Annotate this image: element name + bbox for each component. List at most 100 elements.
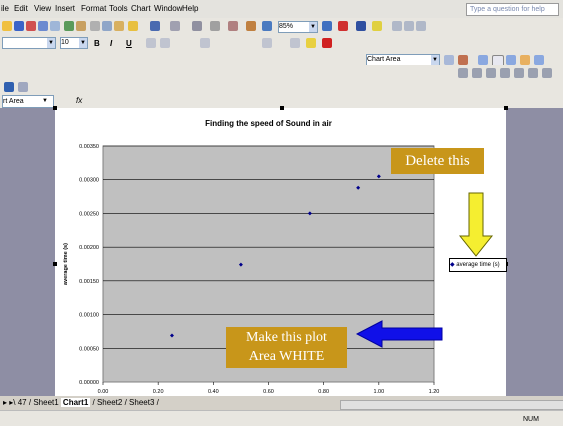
tab-sheet1[interactable]: Sheet1 bbox=[33, 398, 58, 407]
menu-tools[interactable]: Tools bbox=[109, 4, 128, 13]
align-center-icon[interactable] bbox=[404, 21, 414, 31]
y-tick-label: 0.00300 bbox=[79, 178, 99, 184]
toolbar-icon-b[interactable] bbox=[18, 82, 28, 92]
draw-icon-1[interactable] bbox=[458, 68, 468, 78]
angle-text-icon[interactable] bbox=[534, 55, 544, 65]
sort-icon[interactable] bbox=[228, 21, 238, 31]
delete-this-callout: Delete this bbox=[391, 148, 484, 174]
font-color-icon[interactable] bbox=[338, 21, 348, 31]
chevron-down-icon[interactable]: ▼ bbox=[79, 38, 87, 48]
excel-window: ile Edit View Insert Format Tools Chart … bbox=[0, 0, 563, 426]
tab-nav-icon[interactable]: ▸ ▸\ bbox=[3, 398, 15, 407]
chart-handle-ml[interactable] bbox=[53, 262, 57, 266]
y-tick-label: 0.00100 bbox=[79, 313, 99, 319]
print-icon[interactable] bbox=[38, 21, 48, 31]
print-preview-icon[interactable] bbox=[50, 21, 60, 31]
chart-handle-tr[interactable] bbox=[504, 106, 508, 110]
format-painter-icon[interactable] bbox=[128, 21, 138, 31]
blue-left-arrow-icon bbox=[356, 320, 443, 348]
menu-view[interactable]: View bbox=[34, 4, 51, 13]
help-search-input[interactable]: Type a question for help bbox=[466, 3, 559, 16]
draw-icon-6[interactable] bbox=[528, 68, 538, 78]
chart-legend[interactable]: ◆ average time (s) bbox=[449, 258, 507, 272]
horizontal-scrollbar[interactable] bbox=[340, 400, 563, 410]
drawing-icon[interactable] bbox=[262, 21, 272, 31]
formatting-toolbar: ▼ 10 ▼ bbox=[0, 35, 563, 51]
borders-icon[interactable] bbox=[290, 38, 300, 48]
chevron-down-icon[interactable]: ▼ bbox=[42, 98, 48, 104]
undo-icon[interactable] bbox=[150, 21, 160, 31]
help-icon[interactable] bbox=[322, 21, 332, 31]
tab-chart1[interactable]: Chart1 bbox=[60, 398, 91, 407]
bold-button[interactable]: B bbox=[94, 39, 100, 48]
menu-format[interactable]: Format bbox=[81, 4, 106, 13]
border-icon[interactable] bbox=[356, 21, 366, 31]
draw-icon-5[interactable] bbox=[514, 68, 524, 78]
by-column-icon[interactable] bbox=[520, 55, 530, 65]
x-tick-label: 0.80 bbox=[318, 389, 329, 395]
autosum-icon[interactable] bbox=[210, 21, 220, 31]
chevron-down-icon[interactable]: ▼ bbox=[47, 38, 55, 48]
chart-wizard-icon[interactable] bbox=[246, 21, 256, 31]
cut-icon[interactable] bbox=[90, 21, 100, 31]
indent-icon[interactable] bbox=[262, 38, 272, 48]
y-tick-label: 0.00250 bbox=[79, 211, 99, 217]
spelling-icon[interactable] bbox=[64, 21, 74, 31]
permission-icon[interactable] bbox=[26, 21, 36, 31]
open-icon[interactable] bbox=[2, 21, 12, 31]
chart-handle-tc[interactable] bbox=[280, 106, 284, 110]
chart-handle-tl[interactable] bbox=[53, 106, 57, 110]
plot-area-callout-line2: Area WHITE bbox=[248, 349, 325, 364]
font-size-value: 10 bbox=[61, 39, 69, 46]
x-tick-label: 1.00 bbox=[373, 389, 384, 395]
chevron-down-icon[interactable]: ▼ bbox=[431, 55, 439, 65]
font-name-select[interactable]: ▼ bbox=[2, 37, 56, 49]
align-right-icon[interactable] bbox=[416, 21, 426, 31]
menu-insert[interactable]: Insert bbox=[55, 4, 75, 13]
legend-icon[interactable] bbox=[478, 55, 488, 65]
x-tick-label: 0.60 bbox=[263, 389, 274, 395]
menu-bar: ile Edit View Insert Format Tools Chart … bbox=[0, 0, 563, 18]
fill-color-icon[interactable] bbox=[372, 21, 382, 31]
fx-label: fx bbox=[76, 96, 83, 105]
copy-icon[interactable] bbox=[102, 21, 112, 31]
fill-color-icon[interactable] bbox=[306, 38, 316, 48]
menu-window[interactable]: Window bbox=[154, 4, 182, 13]
by-row-icon[interactable] bbox=[506, 55, 516, 65]
name-box-value: rt Area bbox=[3, 98, 24, 105]
font-size-select[interactable]: 10 ▼ bbox=[60, 37, 88, 49]
draw-icon-7[interactable] bbox=[542, 68, 552, 78]
menu-help[interactable]: Help bbox=[182, 4, 198, 13]
save-icon[interactable] bbox=[14, 21, 24, 31]
hyperlink-icon[interactable] bbox=[192, 21, 202, 31]
italic-button[interactable]: I bbox=[110, 39, 112, 48]
percent-style-icon[interactable] bbox=[200, 38, 210, 48]
chevron-down-icon[interactable]: ▼ bbox=[309, 22, 317, 32]
font-color-icon[interactable] bbox=[322, 38, 332, 48]
draw-icon-4[interactable] bbox=[500, 68, 510, 78]
format-chart-area-icon[interactable] bbox=[444, 55, 454, 65]
menu-edit[interactable]: Edit bbox=[14, 4, 28, 13]
x-tick-label: 0.40 bbox=[208, 389, 219, 395]
toolbar-icon-a[interactable] bbox=[4, 82, 14, 92]
menu-file[interactable]: ile bbox=[1, 4, 9, 13]
draw-icon-3[interactable] bbox=[486, 68, 496, 78]
zoom-select[interactable]: 85% ▼ bbox=[278, 21, 318, 33]
tab-sheet2[interactable]: Sheet2 bbox=[97, 398, 122, 407]
menu-chart[interactable]: Chart bbox=[131, 4, 151, 13]
tab-sheet3[interactable]: Sheet3 bbox=[129, 398, 154, 407]
align-icon[interactable] bbox=[146, 38, 156, 48]
draw-icon-2[interactable] bbox=[472, 68, 482, 78]
align-left-icon[interactable] bbox=[392, 21, 402, 31]
delete-this-text: Delete this bbox=[405, 153, 470, 169]
tab-47[interactable]: 47 bbox=[18, 398, 27, 407]
redo-icon[interactable] bbox=[170, 21, 180, 31]
y-tick-label: 0.00200 bbox=[79, 245, 99, 251]
research-icon[interactable] bbox=[76, 21, 86, 31]
merge-center-icon[interactable] bbox=[160, 38, 170, 48]
chart-type-icon[interactable] bbox=[458, 55, 468, 65]
underline-button[interactable]: U bbox=[126, 39, 132, 48]
x-tick-label: 1.20 bbox=[429, 389, 440, 395]
x-tick-label: 0.00 bbox=[98, 389, 109, 395]
paste-icon[interactable] bbox=[114, 21, 124, 31]
